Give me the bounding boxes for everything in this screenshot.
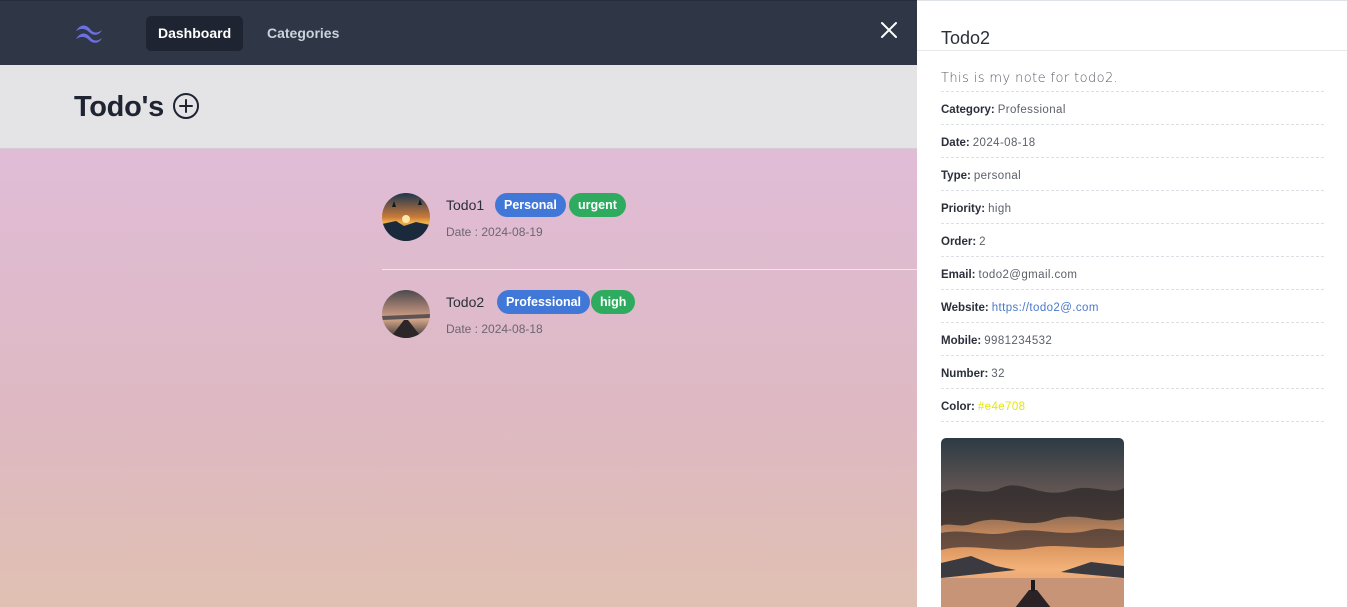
detail-email: Email: todo2@gmail.com <box>941 269 1324 290</box>
todo-title: Todo2 <box>446 294 485 310</box>
detail-value: 2 <box>979 236 986 248</box>
detail-color: Color: #e4e708 <box>941 401 1324 422</box>
detail-label: Email: <box>941 269 976 281</box>
page-title: Todo's <box>74 91 164 123</box>
detail-website: Website: https://todo2@.com <box>941 302 1324 323</box>
list-divider <box>382 269 917 270</box>
detail-value: #e4e708 <box>977 401 1026 413</box>
detail-value: 2024-08-18 <box>972 137 1036 149</box>
todo-image <box>941 438 1124 607</box>
detail-category: Category: Professional <box>941 104 1324 125</box>
website-link[interactable]: https://todo2@.com <box>992 302 1099 314</box>
todo-title: Todo1 <box>446 197 485 213</box>
todo-date: Date : 2024-08-18 <box>446 322 543 336</box>
todo-date: Date : 2024-08-19 <box>446 225 543 239</box>
detail-value: personal <box>973 170 1022 182</box>
todo-list-item[interactable]: Todo2 Professional high Date : 2024-08-1… <box>382 290 917 350</box>
detail-priority: Priority: high <box>941 203 1324 224</box>
detail-value: 32 <box>991 368 1005 380</box>
detail-label: Number: <box>941 368 989 380</box>
detail-date: Date: 2024-08-18 <box>941 137 1324 158</box>
panel-title: Todo2 <box>941 28 991 48</box>
avatar <box>382 193 430 241</box>
todo-note: This is my note for todo2. <box>941 71 1324 92</box>
detail-value: 9981234532 <box>984 335 1053 347</box>
priority-badge: urgent <box>569 193 626 217</box>
detail-label: Website: <box>941 302 989 314</box>
tailwind-logo-icon[interactable] <box>72 21 108 45</box>
detail-label: Category: <box>941 104 995 116</box>
avatar <box>382 290 430 338</box>
todo-list-item[interactable]: Todo1 Personal urgent Date : 2024-08-19 <box>382 193 917 253</box>
panel-divider <box>917 50 1347 51</box>
detail-label: Mobile: <box>941 335 982 347</box>
nav-dashboard[interactable]: Dashboard <box>146 16 244 51</box>
detail-type: Type: personal <box>941 170 1324 191</box>
add-circle-icon[interactable] <box>172 92 200 120</box>
category-badge: Personal <box>495 193 566 217</box>
detail-value: Professional <box>997 104 1066 116</box>
close-icon[interactable] <box>878 19 900 41</box>
todo-detail-panel: Todo2 This is my note for todo2. Categor… <box>917 0 1347 607</box>
detail-order: Order: 2 <box>941 236 1324 257</box>
nav-categories[interactable]: Categories <box>255 16 351 51</box>
detail-label: Priority: <box>941 203 986 215</box>
detail-value: high <box>988 203 1012 215</box>
detail-label: Order: <box>941 236 977 248</box>
detail-number: Number: 32 <box>941 368 1324 389</box>
detail-label: Date: <box>941 137 970 149</box>
priority-badge: high <box>591 290 636 314</box>
category-badge: Professional <box>497 290 591 314</box>
detail-label: Type: <box>941 170 971 182</box>
detail-value: todo2@gmail.com <box>978 269 1078 281</box>
detail-label: Color: <box>941 401 975 413</box>
detail-mobile: Mobile: 9981234532 <box>941 335 1324 356</box>
